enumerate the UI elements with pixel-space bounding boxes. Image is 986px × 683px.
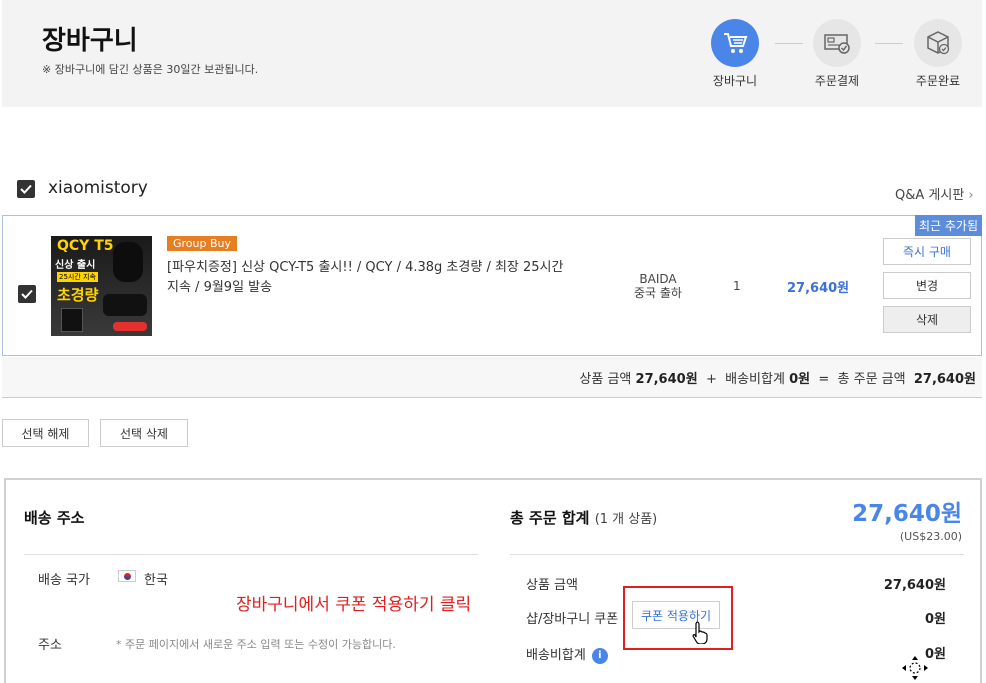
order-item-count: (1 개 상품) — [594, 512, 658, 527]
cart-icon — [711, 19, 759, 67]
delete-selected-button[interactable]: 선택 삭제 — [100, 419, 188, 447]
product-thumbnail[interactable]: QCY T5 신상 출시 25시간 지속 초경량 — [51, 236, 152, 336]
step-payment-label: 주문결제 — [814, 74, 860, 88]
order-total-title: 총 주문 합계 — [510, 509, 590, 527]
seller-checkbox[interactable] — [17, 180, 35, 198]
product-amount-value: 27,640원 — [883, 578, 946, 593]
shipping-total-text: 배송비합계 — [526, 648, 586, 663]
highlight-box — [623, 586, 733, 650]
thumb-tag: 25시간 지속 — [57, 272, 98, 282]
deselect-button[interactable]: 선택 해제 — [2, 419, 89, 447]
order-total-usd: (US$23.00) — [899, 530, 962, 543]
summary-product-amount: 27,640원 — [635, 372, 698, 387]
info-icon[interactable]: i — [591, 647, 608, 664]
instruction-annotation: 장바구니에서 쿠폰 적용하기 클릭 — [236, 595, 472, 615]
change-button[interactable]: 변경 — [883, 272, 971, 299]
coupon-label: 샵/장바구니 쿠폰 — [526, 612, 619, 627]
page-header: 장바구니 ※ 장바구니에 담긴 상품은 30일간 보관됩니다. 장바구니 주문결… — [2, 0, 982, 107]
payment-icon — [813, 19, 861, 67]
country-label: 배송 국가 — [38, 573, 90, 588]
summary-product-label: 상품 금액 — [579, 372, 632, 387]
item-price: 27,640원 — [787, 281, 850, 296]
thumb-title: QCY T5 — [57, 238, 114, 254]
summary-shipping-amount: 0원 — [789, 372, 811, 387]
coupon-value: 0원 — [924, 612, 946, 627]
equals-sign: = — [818, 372, 830, 387]
summary-shipping-label: 배송비합계 — [725, 372, 785, 387]
step-cart: 장바구니 — [695, 19, 775, 89]
address-hint: * 주문 페이지에서 새로운 주소 입력 또는 수정이 가능합니다. — [116, 638, 396, 651]
step-payment: 주문결제 — [797, 19, 877, 89]
delete-button[interactable]: 삭제 — [883, 306, 971, 333]
korea-flag-icon — [118, 570, 136, 582]
summary-total-amount: 27,640원 — [913, 372, 976, 387]
cart-retention-note: ※ 장바구니에 담긴 상품은 30일간 보관됩니다. — [42, 63, 259, 76]
step-cart-label: 장바구니 — [712, 74, 758, 88]
product-name[interactable]: [파우치증정] 신상 QCY-T5 출시!! / QCY / 4.38g 초경량… — [167, 258, 577, 298]
thumb-weight: 초경량 — [57, 286, 99, 304]
shipping-total-label: 배송비합계 i — [526, 644, 608, 664]
cart-item: 최근 추가됨 QCY T5 신상 출시 25시간 지속 초경량 Group Bu… — [2, 215, 982, 356]
seller-name[interactable]: xiaomistory — [48, 178, 148, 198]
divider — [510, 554, 964, 555]
item-quantity: 1 — [733, 279, 741, 293]
buy-now-button[interactable]: 즉시 구매 — [883, 238, 971, 265]
summary-text: 상품 금액 27,640원 + 배송비합계 0원 = 총 주문 금액 27,64… — [579, 368, 976, 387]
chevron-right-icon: › — [968, 188, 974, 203]
move-cursor-icon — [900, 654, 930, 683]
thumb-subtitle: 신상 출시 — [55, 260, 96, 271]
country-value: 한국 — [144, 573, 168, 588]
checkmark-icon — [20, 184, 32, 194]
checkout-panel: 배송 주소 배송 국가 한국 주소 * 주문 페이지에서 새로운 주소 입력 또… — [4, 478, 982, 683]
hand-pointer-icon — [692, 620, 710, 648]
plus-sign: + — [705, 372, 717, 387]
order-summary-row: 상품 금액 27,640원 + 배송비합계 0원 = 총 주문 금액 27,64… — [2, 357, 982, 398]
divider — [24, 554, 478, 555]
product-amount-label: 상품 금액 — [526, 578, 578, 593]
shipping-note: 중국 출하 — [634, 286, 682, 300]
group-buy-badge: Group Buy — [167, 236, 238, 251]
shipping-address-heading: 배송 주소 — [24, 509, 85, 527]
page-title: 장바구니 — [42, 26, 138, 56]
order-total-amount: 27,640원 — [852, 501, 962, 527]
recent-added-badge: 최근 추가됨 — [914, 215, 982, 236]
shipping-origin: BAIDA 중국 출하 — [613, 272, 703, 300]
step-complete: 주문완료 — [898, 19, 978, 89]
order-total-heading: 총 주문 합계 (1 개 상품) — [510, 507, 657, 528]
shipping-seller: BAIDA — [639, 272, 677, 286]
summary-total-label: 총 주문 금액 — [837, 372, 906, 387]
item-checkbox[interactable] — [18, 285, 36, 303]
qa-board-link[interactable]: Q&A 게시판 › — [895, 184, 974, 203]
step-complete-label: 주문완료 — [915, 74, 961, 88]
qa-board-label: Q&A 게시판 — [895, 188, 965, 203]
address-label: 주소 — [38, 638, 62, 653]
box-check-icon — [914, 19, 962, 67]
checkmark-icon — [21, 289, 33, 299]
